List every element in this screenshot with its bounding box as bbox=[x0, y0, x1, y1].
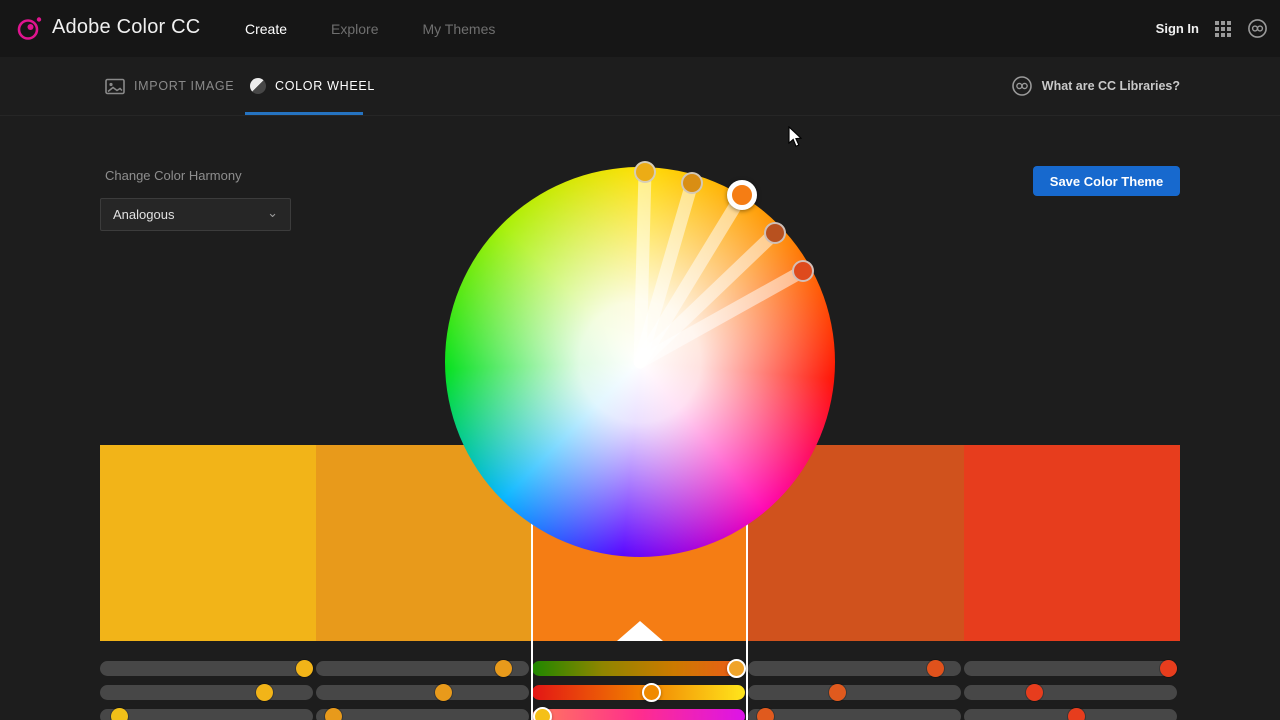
slider-handle-r0-c3[interactable] bbox=[927, 660, 944, 677]
slider-track-r0-c2[interactable] bbox=[532, 661, 745, 676]
wheel-dot-0[interactable] bbox=[634, 161, 656, 183]
slider-track-r1-c3[interactable] bbox=[748, 685, 961, 700]
swatch-4[interactable] bbox=[964, 445, 1180, 641]
wheel-dot-1[interactable] bbox=[681, 172, 703, 194]
wheel-dot-3[interactable] bbox=[764, 222, 786, 244]
slider-handle-r0-c4[interactable] bbox=[1160, 660, 1177, 677]
slider-handle-r2-c3[interactable] bbox=[757, 708, 774, 720]
swatch-0[interactable] bbox=[100, 445, 316, 641]
creative-cloud-icon[interactable] bbox=[1247, 18, 1268, 39]
wheel-dot-active[interactable] bbox=[727, 180, 757, 210]
tab-import-image[interactable]: IMPORT IMAGE bbox=[105, 57, 234, 115]
wheel-dot-4[interactable] bbox=[792, 260, 814, 282]
selected-swatch-pointer bbox=[617, 621, 663, 641]
slider-track-r2-c2[interactable] bbox=[532, 709, 745, 720]
slider-handle-r1-c4[interactable] bbox=[1026, 684, 1043, 701]
header-right: Sign In bbox=[1156, 0, 1268, 57]
slider-handle-r0-c1[interactable] bbox=[495, 660, 512, 677]
active-tab-underline bbox=[245, 112, 363, 115]
slider-handle-r2-c1[interactable] bbox=[325, 708, 342, 720]
primary-nav: Create Explore My Themes bbox=[245, 0, 495, 57]
harmony-value: Analogous bbox=[113, 207, 267, 222]
tab-color-wheel-label: COLOR WHEEL bbox=[275, 79, 375, 93]
slider-track-r0-c4[interactable] bbox=[964, 661, 1177, 676]
slider-handle-r2-c2[interactable] bbox=[533, 707, 552, 720]
slider-handle-r0-c0[interactable] bbox=[296, 660, 313, 677]
cc-libraries-link[interactable]: What are CC Libraries? bbox=[1011, 57, 1180, 115]
nav-my-themes[interactable]: My Themes bbox=[423, 21, 496, 37]
color-wheel-icon bbox=[250, 78, 266, 94]
brand-title: Adobe Color CC bbox=[52, 16, 200, 39]
chevron-down-icon: ⌄ bbox=[267, 208, 278, 218]
slider-track-r1-c4[interactable] bbox=[964, 685, 1177, 700]
tab-bar: IMPORT IMAGE COLOR WHEEL What are CC Lib… bbox=[0, 57, 1280, 116]
slider-track-r1-c0[interactable] bbox=[100, 685, 313, 700]
sign-in-link[interactable]: Sign In bbox=[1156, 21, 1199, 36]
slider-handle-r1-c2[interactable] bbox=[642, 683, 661, 702]
slider-handle-r0-c2[interactable] bbox=[727, 659, 746, 678]
cc-libraries-icon bbox=[1011, 75, 1033, 97]
tab-color-wheel[interactable]: COLOR WHEEL bbox=[250, 57, 375, 115]
slider-track-r1-c1[interactable] bbox=[316, 685, 529, 700]
save-theme-button[interactable]: Save Color Theme bbox=[1033, 166, 1180, 196]
slider-track-r2-c1[interactable] bbox=[316, 709, 529, 720]
harmony-dropdown[interactable]: Analogous ⌄ bbox=[100, 198, 291, 231]
nav-create[interactable]: Create bbox=[245, 21, 287, 37]
tab-import-image-label: IMPORT IMAGE bbox=[134, 79, 234, 93]
adobe-color-logo[interactable] bbox=[16, 15, 43, 42]
slider-track-r2-c0[interactable] bbox=[100, 709, 313, 720]
slider-handle-r2-c0[interactable] bbox=[111, 708, 128, 720]
slider-handle-r1-c3[interactable] bbox=[829, 684, 846, 701]
slider-handle-r1-c0[interactable] bbox=[256, 684, 273, 701]
apps-grid-icon[interactable] bbox=[1215, 21, 1231, 37]
harmony-label: Change Color Harmony bbox=[105, 168, 242, 183]
nav-explore[interactable]: Explore bbox=[331, 21, 378, 37]
slider-track-r0-c0[interactable] bbox=[100, 661, 313, 676]
mouse-cursor bbox=[788, 126, 808, 150]
app: Adobe Color CC Create Explore My Themes … bbox=[0, 0, 1280, 720]
app-header: Adobe Color CC Create Explore My Themes … bbox=[0, 0, 1280, 57]
import-image-icon bbox=[105, 78, 125, 95]
slider-track-r1-c2[interactable] bbox=[532, 685, 745, 700]
cc-libraries-label: What are CC Libraries? bbox=[1042, 79, 1180, 93]
slider-track-r2-c3[interactable] bbox=[748, 709, 961, 720]
